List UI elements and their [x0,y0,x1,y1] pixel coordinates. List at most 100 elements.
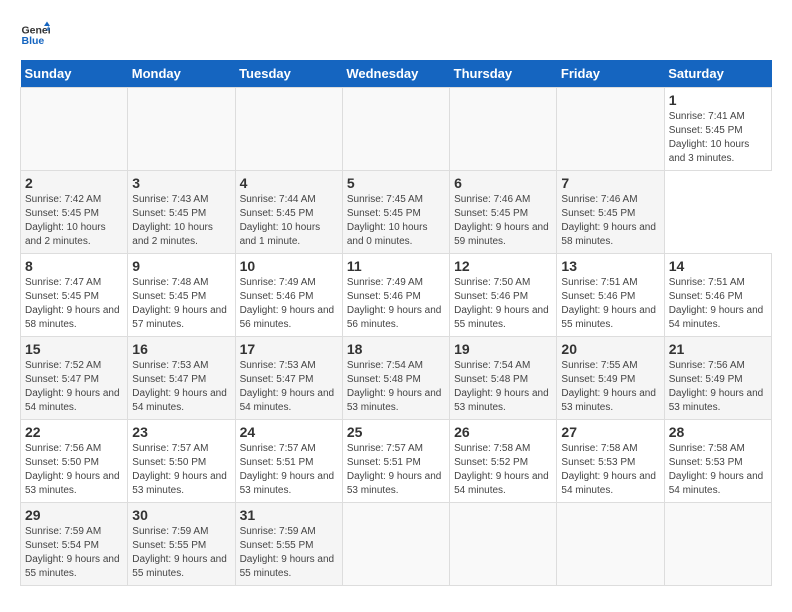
calendar-day-19: 19Sunrise: 7:54 AMSunset: 5:48 PMDayligh… [450,337,557,420]
svg-text:Blue: Blue [22,35,45,47]
empty-cell [450,503,557,586]
day-number: 8 [25,258,123,274]
calendar-day-12: 12 Sunrise: 7:50 AMSunset: 5:46 PMDayligh… [450,254,557,337]
calendar-week-1: 1Sunrise: 7:41 AMSunset: 5:45 PMDaylight… [21,88,772,171]
calendar-day-1: 1Sunrise: 7:41 AMSunset: 5:45 PMDaylight… [664,88,771,171]
calendar-day-14: 14 Sunrise: 7:51 AMSunset: 5:46 PMDayligh… [664,254,771,337]
day-info: Sunrise: 7:54 AMSunset: 5:48 PMDaylight:… [347,359,445,415]
calendar-day-10: 10Sunrise: 7:49 AMSunset: 5:46 PMDayligh… [235,254,342,337]
calendar-day-16: 16 Sunrise: 7:53 AMSunset: 5:47 PMDayligh… [128,337,235,420]
calendar-day-31: 31 Sunrise: 7:59 AMSunset: 5:55 PMDayligh… [235,503,342,586]
calendar-header-row: SundayMondayTuesdayWednesdayThursdayFrid… [21,60,772,88]
day-number: 7 [561,175,659,191]
day-number: 14 [669,258,767,274]
day-info: Sunrise: 7:59 AMSunset: 5:55 PMDaylight:… [132,525,230,581]
day-number: 23 [132,424,230,440]
day-info: Sunrise: 7:45 AMSunset: 5:45 PMDaylight:… [347,193,445,249]
day-info: Sunrise: 7:47 AMSunset: 5:45 PMDaylight:… [25,276,123,332]
day-info: Sunrise: 7:57 AMSunset: 5:51 PMDaylight:… [347,442,445,498]
day-info: Sunrise: 7:58 AMSunset: 5:52 PMDaylight:… [454,442,552,498]
day-info: Sunrise: 7:44 AMSunset: 5:45 PMDaylight:… [240,193,338,249]
day-number: 30 [132,507,230,523]
logo-icon: General Blue [20,20,50,50]
day-number: 31 [240,507,338,523]
day-number: 26 [454,424,552,440]
calendar-week-2: 2Sunrise: 7:42 AMSunset: 5:45 PMDaylight… [21,171,772,254]
day-info: Sunrise: 7:48 AMSunset: 5:45 PMDaylight:… [132,276,230,332]
calendar-day-15: 15 Sunrise: 7:52 AMSunset: 5:47 PMDayligh… [21,337,128,420]
header-tuesday: Tuesday [235,60,342,88]
calendar-day-25: 25 Sunrise: 7:57 AMSunset: 5:51 PMDayligh… [342,420,449,503]
calendar-day-23: 23Sunrise: 7:57 AMSunset: 5:50 PMDayligh… [128,420,235,503]
day-number: 4 [240,175,338,191]
header-monday: Monday [128,60,235,88]
day-info: Sunrise: 7:56 AMSunset: 5:49 PMDaylight:… [669,359,767,415]
day-number: 27 [561,424,659,440]
header-thursday: Thursday [450,60,557,88]
calendar-day-4: 4 Sunrise: 7:44 AMSunset: 5:45 PMDaylight… [235,171,342,254]
header-friday: Friday [557,60,664,88]
day-number: 3 [132,175,230,191]
empty-cell [664,503,771,586]
day-number: 29 [25,507,123,523]
calendar-day-28: 28 Sunrise: 7:58 AMSunset: 5:53 PMDayligh… [664,420,771,503]
day-number: 12 [454,258,552,274]
header-sunday: Sunday [21,60,128,88]
calendar-table: SundayMondayTuesdayWednesdayThursdayFrid… [20,60,772,586]
empty-cell [557,88,664,171]
calendar-day-29: 29 Sunrise: 7:59 AMSunset: 5:54 PMDayligh… [21,503,128,586]
day-number: 17 [240,341,338,357]
day-info: Sunrise: 7:59 AMSunset: 5:55 PMDaylight:… [240,525,338,581]
day-number: 13 [561,258,659,274]
calendar-day-17: 17 Sunrise: 7:53 AMSunset: 5:47 PMDayligh… [235,337,342,420]
day-info: Sunrise: 7:51 AMSunset: 5:46 PMDaylight:… [669,276,767,332]
day-info: Sunrise: 7:58 AMSunset: 5:53 PMDaylight:… [669,442,767,498]
day-number: 21 [669,341,767,357]
calendar-day-5: 5 Sunrise: 7:45 AMSunset: 5:45 PMDaylight… [342,171,449,254]
calendar-day-24: 24Sunrise: 7:57 AMSunset: 5:51 PMDayligh… [235,420,342,503]
calendar-day-20: 20Sunrise: 7:55 AMSunset: 5:49 PMDayligh… [557,337,664,420]
day-number: 5 [347,175,445,191]
empty-cell [21,88,128,171]
day-info: Sunrise: 7:59 AMSunset: 5:54 PMDaylight:… [25,525,123,581]
logo: General Blue [20,20,50,50]
day-info: Sunrise: 7:56 AMSunset: 5:50 PMDaylight:… [25,442,123,498]
calendar-week-4: 15 Sunrise: 7:52 AMSunset: 5:47 PMDayligh… [21,337,772,420]
day-number: 20 [561,341,659,357]
day-number: 9 [132,258,230,274]
day-info: Sunrise: 7:53 AMSunset: 5:47 PMDaylight:… [240,359,338,415]
day-number: 22 [25,424,123,440]
empty-cell [235,88,342,171]
calendar-day-3: 3 Sunrise: 7:43 AMSunset: 5:45 PMDaylight… [128,171,235,254]
day-info: Sunrise: 7:52 AMSunset: 5:47 PMDaylight:… [25,359,123,415]
calendar-day-8: 8 Sunrise: 7:47 AMSunset: 5:45 PMDaylight… [21,254,128,337]
day-number: 28 [669,424,767,440]
day-number: 6 [454,175,552,191]
day-info: Sunrise: 7:42 AMSunset: 5:45 PMDaylight:… [25,193,123,249]
day-info: Sunrise: 7:50 AMSunset: 5:46 PMDaylight:… [454,276,552,332]
calendar-day-11: 11 Sunrise: 7:49 AMSunset: 5:46 PMDayligh… [342,254,449,337]
empty-cell [450,88,557,171]
day-number: 16 [132,341,230,357]
day-info: Sunrise: 7:53 AMSunset: 5:47 PMDaylight:… [132,359,230,415]
calendar-day-26: 26 Sunrise: 7:58 AMSunset: 5:52 PMDayligh… [450,420,557,503]
day-info: Sunrise: 7:43 AMSunset: 5:45 PMDaylight:… [132,193,230,249]
calendar-day-21: 21 Sunrise: 7:56 AMSunset: 5:49 PMDayligh… [664,337,771,420]
empty-cell [128,88,235,171]
calendar-day-2: 2Sunrise: 7:42 AMSunset: 5:45 PMDaylight… [21,171,128,254]
calendar-week-6: 29 Sunrise: 7:59 AMSunset: 5:54 PMDayligh… [21,503,772,586]
day-number: 15 [25,341,123,357]
day-number: 11 [347,258,445,274]
day-info: Sunrise: 7:51 AMSunset: 5:46 PMDaylight:… [561,276,659,332]
calendar-day-9: 9 Sunrise: 7:48 AMSunset: 5:45 PMDaylight… [128,254,235,337]
page-header: General Blue [20,20,772,50]
day-number: 19 [454,341,552,357]
day-number: 18 [347,341,445,357]
calendar-day-13: 13 Sunrise: 7:51 AMSunset: 5:46 PMDayligh… [557,254,664,337]
day-number: 25 [347,424,445,440]
empty-cell [557,503,664,586]
day-info: Sunrise: 7:49 AMSunset: 5:46 PMDaylight:… [347,276,445,332]
day-info: Sunrise: 7:46 AMSunset: 5:45 PMDaylight:… [561,193,659,249]
day-info: Sunrise: 7:58 AMSunset: 5:53 PMDaylight:… [561,442,659,498]
day-info: Sunrise: 7:46 AMSunset: 5:45 PMDaylight:… [454,193,552,249]
